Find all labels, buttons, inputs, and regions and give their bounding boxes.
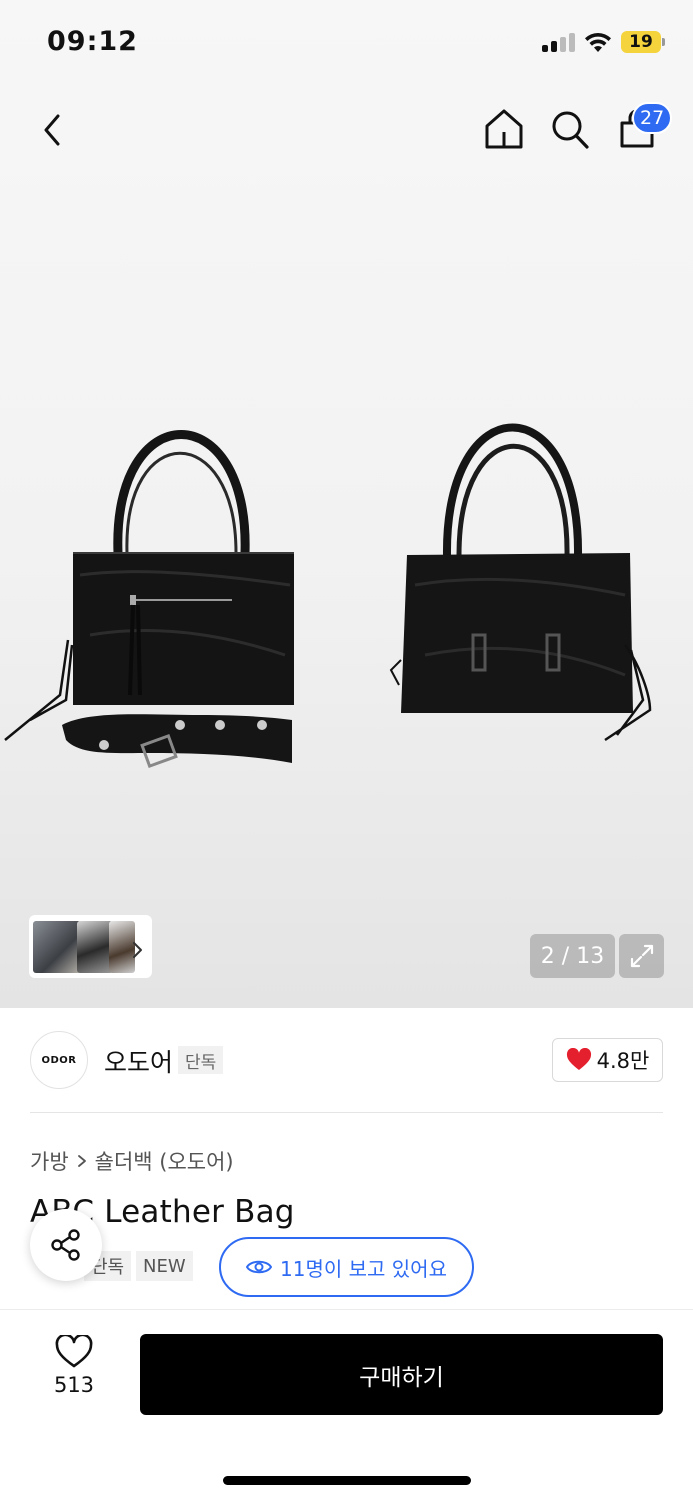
chevron-left-icon[interactable] <box>34 108 70 152</box>
divider <box>30 1112 663 1113</box>
brand-like-button[interactable]: 4.8만 <box>552 1038 663 1082</box>
breadcrumb: 가방 숄더백 (오도어) <box>30 1146 234 1176</box>
product-image-back <box>389 423 652 742</box>
buy-button[interactable]: 구매하기 <box>140 1334 663 1415</box>
viewers-text: 11명이 보고 있어요 <box>280 1256 447 1281</box>
share-button[interactable] <box>30 1209 102 1281</box>
brand-logo[interactable]: ODOR <box>30 1031 88 1089</box>
eye-icon <box>246 1260 273 1274</box>
thumbnail[interactable] <box>33 921 81 973</box>
heart-outline-icon <box>55 1335 93 1368</box>
heart-filled-icon <box>566 1048 591 1070</box>
status-time: 09:12 <box>47 26 138 57</box>
brand-like-count: 4.8만 <box>596 1049 650 1073</box>
wishlist-button[interactable]: 513 <box>38 1335 110 1415</box>
image-page-counter: 2 / 13 <box>530 934 615 978</box>
thumbnail[interactable] <box>77 921 113 973</box>
viewers-indicator: 11명이 보고 있어요 <box>219 1237 474 1297</box>
signal-icon <box>542 32 576 52</box>
share-icon <box>51 1229 80 1261</box>
breadcrumb-item[interactable]: 가방 <box>30 1146 69 1176</box>
exclusive-badge: 단독 <box>178 1046 224 1074</box>
cart-count-badge: 27 <box>632 102 673 134</box>
chevron-right-icon <box>77 1155 86 1167</box>
brand-name[interactable]: 오도어 <box>104 1043 173 1079</box>
wifi-icon <box>585 32 611 52</box>
expand-button[interactable] <box>619 934 664 978</box>
expand-icon <box>630 944 653 968</box>
breadcrumb-item[interactable]: 숄더백 (오도어) <box>95 1146 234 1176</box>
product-detail-screen: 09:12 19 27 2 / 13 ODOR 오도어 단독 4.8만 가방 숄… <box>0 0 693 1500</box>
search-icon[interactable] <box>548 106 592 152</box>
wishlist-count: 513 <box>53 1373 95 1397</box>
home-indicator[interactable] <box>223 1476 471 1485</box>
bottom-bar-divider <box>0 1309 693 1310</box>
home-icon[interactable] <box>482 106 526 152</box>
battery-indicator: 19 <box>621 31 665 53</box>
product-image-front <box>4 430 294 769</box>
battery-level: 19 <box>621 31 661 53</box>
chevron-right-icon[interactable] <box>130 940 146 960</box>
tag-new: NEW <box>136 1251 193 1281</box>
